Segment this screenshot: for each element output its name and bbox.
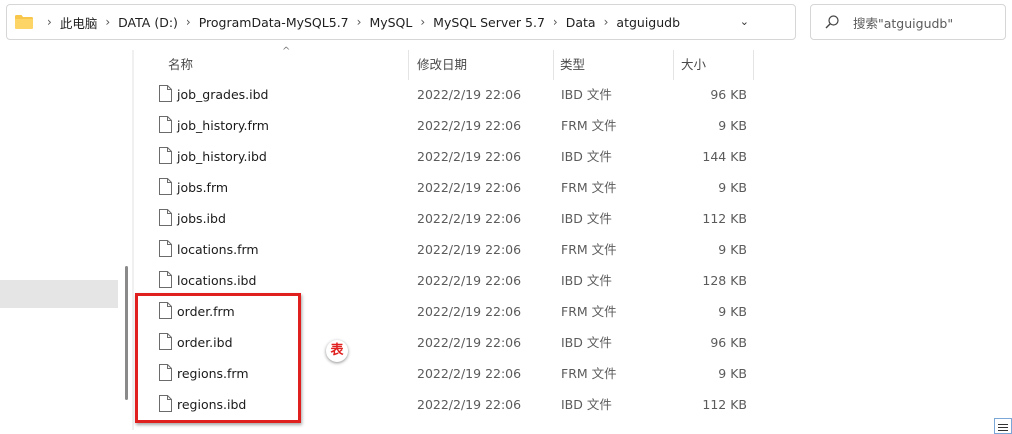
file-date: 2022/2/19 22:06 bbox=[417, 366, 522, 381]
file-size: 9 KB bbox=[718, 118, 747, 133]
file-name: jobs.frm bbox=[177, 180, 229, 195]
column-header-type[interactable]: 类型 bbox=[554, 50, 674, 80]
chevron-right-icon[interactable]: › bbox=[553, 15, 558, 29]
chevron-right-icon[interactable]: › bbox=[604, 15, 609, 29]
column-header-label: 类型 bbox=[560, 57, 586, 72]
file-date: 2022/2/19 22:06 bbox=[417, 242, 522, 257]
breadcrumb-item[interactable]: ProgramData-MySQL5.7 bbox=[199, 15, 349, 30]
file-type: FRM 文件 bbox=[561, 366, 617, 381]
file-row[interactable]: locations.ibd 2022/2/19 22:06 IBD 文件 128 KB bbox=[0, 265, 1012, 296]
file-date: 2022/2/19 22:06 bbox=[417, 180, 522, 195]
file-date: 2022/2/19 22:06 bbox=[417, 397, 522, 412]
chevron-right-icon: › bbox=[47, 15, 52, 29]
chevron-right-icon[interactable]: › bbox=[357, 15, 362, 29]
file-icon bbox=[159, 240, 172, 257]
file-size: 96 KB bbox=[710, 87, 747, 102]
file-size: 9 KB bbox=[718, 304, 747, 319]
column-header-date[interactable]: 修改日期 bbox=[409, 50, 554, 80]
file-type: IBD 文件 bbox=[561, 149, 612, 164]
file-row[interactable]: job_history.ibd 2022/2/19 22:06 IBD 文件 144 … bbox=[0, 141, 1012, 172]
breadcrumb-item[interactable]: 此电脑 bbox=[60, 13, 98, 32]
chevron-down-icon[interactable]: ⌄ bbox=[740, 15, 749, 28]
file-type: IBD 文件 bbox=[561, 273, 612, 288]
file-date: 2022/2/19 22:06 bbox=[417, 304, 522, 319]
file-date: 2022/2/19 22:06 bbox=[417, 335, 522, 350]
file-type: FRM 文件 bbox=[561, 242, 617, 257]
file-row[interactable]: jobs.frm 2022/2/19 22:06 FRM 文件 9 KB bbox=[0, 172, 1012, 203]
column-header-label: 名称 bbox=[168, 57, 194, 72]
breadcrumb-item[interactable]: MySQL Server 5.7 bbox=[433, 15, 545, 30]
chevron-right-icon[interactable]: › bbox=[105, 15, 110, 29]
file-type: IBD 文件 bbox=[561, 335, 612, 350]
file-type: IBD 文件 bbox=[561, 211, 612, 226]
search-icon bbox=[825, 15, 839, 29]
annotation-label: 表 bbox=[326, 340, 348, 362]
address-bar[interactable]: › 此电脑 › DATA (D:) › ProgramData-MySQL5.7… bbox=[6, 4, 796, 40]
highlight-box bbox=[135, 293, 301, 423]
breadcrumb-item[interactable]: MySQL bbox=[369, 15, 412, 30]
file-size: 128 KB bbox=[702, 273, 747, 288]
file-type: IBD 文件 bbox=[561, 397, 612, 412]
chevron-right-icon[interactable]: › bbox=[420, 15, 425, 29]
file-date: 2022/2/19 22:06 bbox=[417, 118, 522, 133]
file-name: job_history.frm bbox=[177, 118, 269, 133]
column-header-name[interactable]: 名称 bbox=[160, 50, 409, 80]
file-name: job_history.ibd bbox=[177, 149, 267, 164]
file-type: FRM 文件 bbox=[561, 118, 617, 133]
file-size: 112 KB bbox=[702, 397, 747, 412]
file-size: 9 KB bbox=[718, 366, 747, 381]
file-date: 2022/2/19 22:06 bbox=[417, 211, 522, 226]
file-size: 112 KB bbox=[702, 211, 747, 226]
file-type: IBD 文件 bbox=[561, 87, 612, 102]
search-placeholder: 搜索"atguigudb" bbox=[853, 15, 954, 31]
breadcrumb-item[interactable]: DATA (D:) bbox=[118, 15, 178, 30]
file-row[interactable]: job_grades.ibd 2022/2/19 22:06 IBD 文件 96 KB bbox=[0, 79, 1012, 110]
file-name: locations.ibd bbox=[177, 273, 257, 288]
column-header-size[interactable]: 大小 bbox=[674, 50, 754, 80]
file-row[interactable]: jobs.ibd 2022/2/19 22:06 IBD 文件 112 KB bbox=[0, 203, 1012, 234]
file-name: jobs.ibd bbox=[177, 211, 226, 226]
file-date: 2022/2/19 22:06 bbox=[417, 273, 522, 288]
breadcrumb-item[interactable]: Data bbox=[566, 15, 596, 30]
folder-icon bbox=[15, 15, 33, 29]
file-date: 2022/2/19 22:06 bbox=[417, 87, 522, 102]
file-date: 2022/2/19 22:06 bbox=[417, 149, 522, 164]
chevron-right-icon[interactable]: › bbox=[186, 15, 191, 29]
breadcrumb-item[interactable]: atguigudb bbox=[616, 15, 680, 30]
details-view-icon[interactable] bbox=[994, 418, 1012, 434]
file-row[interactable]: locations.frm 2022/2/19 22:06 FRM 文件 9 KB bbox=[0, 234, 1012, 265]
column-header-label: 大小 bbox=[681, 57, 707, 72]
file-type: FRM 文件 bbox=[561, 304, 617, 319]
file-icon bbox=[159, 85, 172, 102]
breadcrumb: › 此电脑 › DATA (D:) › ProgramData-MySQL5.7… bbox=[39, 13, 680, 32]
search-box[interactable]: 搜索"atguigudb" bbox=[810, 4, 1006, 40]
file-size: 144 KB bbox=[702, 149, 747, 164]
file-name: job_grades.ibd bbox=[177, 87, 269, 102]
file-icon bbox=[159, 209, 172, 226]
file-icon bbox=[159, 178, 172, 195]
file-size: 9 KB bbox=[718, 242, 747, 257]
file-size: 9 KB bbox=[718, 180, 747, 195]
file-size: 96 KB bbox=[710, 335, 747, 350]
file-icon bbox=[159, 116, 172, 133]
file-icon bbox=[159, 271, 172, 288]
file-row[interactable]: job_history.frm 2022/2/19 22:06 FRM 文件 9 KB bbox=[0, 110, 1012, 141]
file-name: locations.frm bbox=[177, 242, 259, 257]
file-icon bbox=[159, 147, 172, 164]
column-header-label: 修改日期 bbox=[417, 57, 468, 72]
file-type: FRM 文件 bbox=[561, 180, 617, 195]
